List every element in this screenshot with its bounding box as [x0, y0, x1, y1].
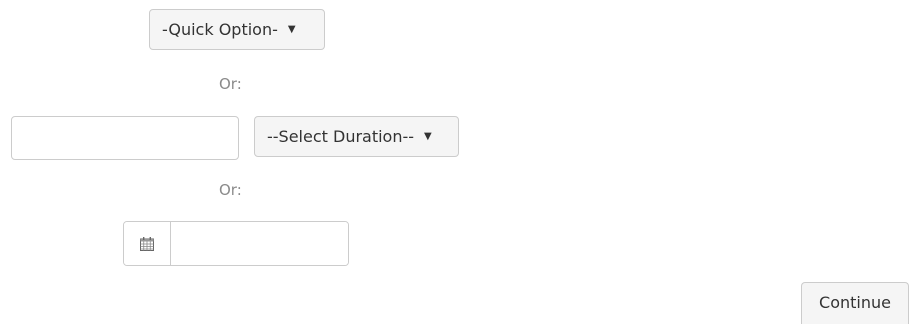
quick-option-select[interactable]: -Quick Option- ▼: [149, 9, 325, 50]
date-input[interactable]: [171, 222, 348, 265]
caret-down-icon: ▼: [287, 24, 296, 35]
duration-unit-select[interactable]: --Select Duration-- ▼: [254, 116, 459, 157]
date-picker-group: [123, 221, 349, 266]
or-separator-second: Or:: [219, 181, 242, 199]
caret-down-icon: ▼: [424, 131, 432, 142]
duration-unit-selected-value: --Select Duration--: [267, 127, 415, 146]
quick-option-selected-value: -Quick Option-: [162, 20, 278, 39]
duration-amount-input[interactable]: [11, 116, 239, 160]
calendar-icon[interactable]: [124, 222, 171, 265]
continue-button[interactable]: Continue: [801, 282, 909, 324]
or-separator-first: Or:: [219, 75, 242, 93]
